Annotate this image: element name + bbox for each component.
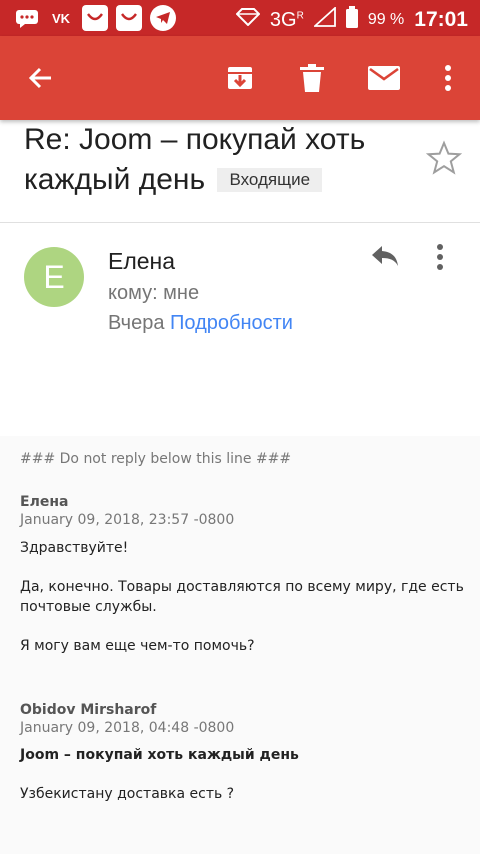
joom-icon bbox=[82, 5, 108, 31]
reply-button[interactable] bbox=[370, 244, 410, 280]
details-link[interactable]: Подробности bbox=[170, 312, 293, 334]
archive-icon bbox=[228, 67, 252, 89]
delete-icon bbox=[300, 64, 324, 92]
delete-button[interactable] bbox=[290, 56, 334, 100]
status-bar: VK 3GR 99 % 17:01 bbox=[0, 0, 480, 36]
email-subject: Re: Joom – покупай хоть каждый день Вход… bbox=[24, 120, 414, 200]
overflow-menu-icon bbox=[445, 65, 451, 91]
back-arrow-icon bbox=[28, 67, 51, 89]
inbox-label-chip[interactable]: Входящие bbox=[217, 168, 323, 192]
vpn-diamond-icon bbox=[235, 8, 261, 32]
reply-icon bbox=[372, 246, 398, 266]
archive-button[interactable] bbox=[218, 56, 262, 100]
battery-icon bbox=[345, 6, 358, 34]
clock: 17:01 bbox=[414, 8, 468, 31]
mark-unread-button[interactable] bbox=[362, 56, 406, 100]
message-more-button[interactable] bbox=[436, 244, 464, 280]
app-toolbar bbox=[0, 36, 480, 120]
signal-icon bbox=[312, 5, 336, 33]
reply-greeting: Здравствуйте! bbox=[20, 540, 129, 556]
vk-icon: VK bbox=[51, 10, 71, 26]
original-date: January 09, 2018, 04:48 -0800 bbox=[20, 720, 235, 736]
joom-icon bbox=[116, 5, 142, 31]
notification-icons: VK bbox=[14, 5, 176, 31]
overflow-menu-button[interactable] bbox=[426, 56, 470, 100]
telegram-icon bbox=[150, 5, 176, 31]
reply-text-line-2: почтовые службы. bbox=[20, 599, 157, 615]
sender-avatar[interactable]: E bbox=[24, 247, 84, 307]
star-outline-icon bbox=[425, 140, 463, 175]
reply-separator: ### Do not reply below this line ### bbox=[20, 451, 292, 467]
original-text: Узбекистану доставка есть ? bbox=[20, 786, 235, 802]
original-subject: Joom – покупай хоть каждый день bbox=[20, 747, 299, 763]
recipient-line: кому: мне bbox=[108, 282, 200, 304]
reply-text-line-1: Да, конечно. Товары доставляются по всем… bbox=[20, 579, 464, 595]
reply-author: Елена bbox=[20, 494, 69, 510]
star-button[interactable] bbox=[425, 140, 463, 176]
battery-percent: 99 % bbox=[367, 11, 405, 28]
system-status: 3GR 99 % 17:01 bbox=[235, 5, 468, 34]
network-type: 3GR bbox=[269, 8, 304, 31]
sender-name: Елена bbox=[108, 248, 176, 274]
mark-unread-icon bbox=[368, 66, 400, 90]
more-vert-icon bbox=[437, 244, 443, 270]
back-button[interactable] bbox=[18, 56, 62, 100]
message-date: Вчера bbox=[108, 312, 165, 334]
reply-question: Я могу вам еще чем-то помочь? bbox=[20, 638, 255, 654]
original-author: Obidov Mirsharof bbox=[20, 702, 157, 718]
chat-icon bbox=[14, 5, 40, 31]
date-line: Вчера Подробности bbox=[108, 312, 293, 335]
reply-date: January 09, 2018, 23:57 -0800 bbox=[20, 512, 235, 528]
divider bbox=[0, 222, 480, 223]
email-body: ### Do not reply below this line ### Еле… bbox=[0, 436, 480, 854]
